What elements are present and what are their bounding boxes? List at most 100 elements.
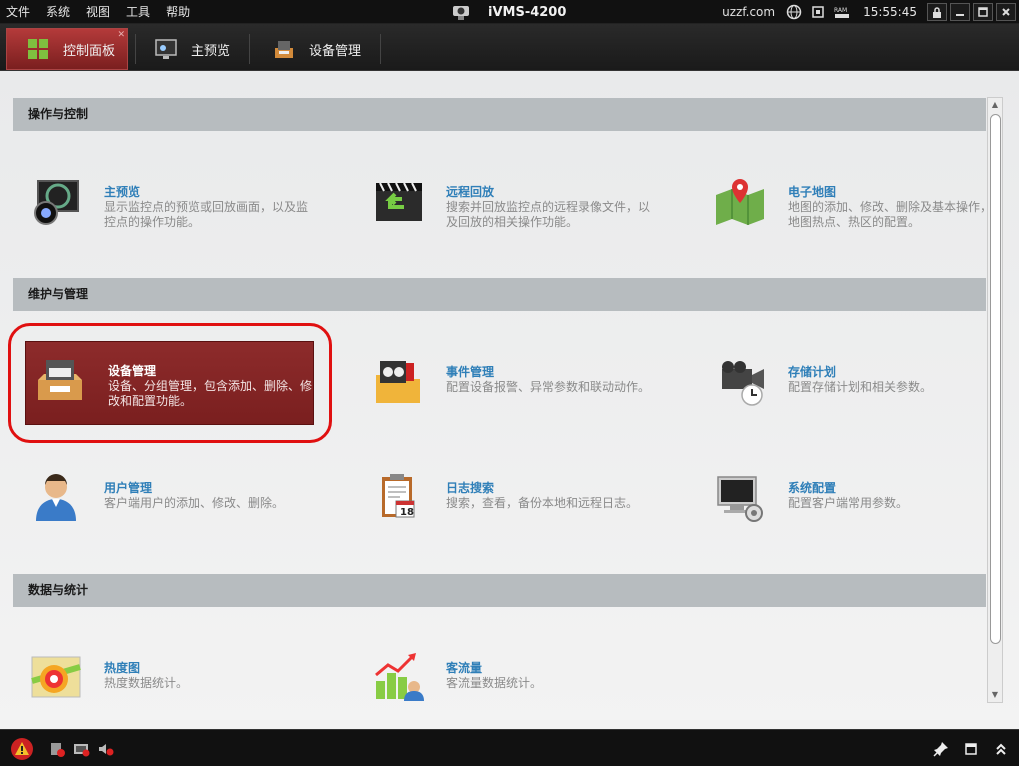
menu-view[interactable]: 视图 bbox=[84, 0, 116, 24]
storage-schedule-icon bbox=[722, 361, 764, 406]
item-user-management[interactable]: 用户管理 客户端用户的添加、修改、删除。 bbox=[22, 459, 322, 543]
lock-button[interactable] bbox=[927, 3, 947, 21]
tab-label: 主预览 bbox=[191, 43, 231, 59]
close-button[interactable] bbox=[996, 3, 1016, 21]
app-title: iVMS-4200 bbox=[488, 4, 567, 20]
globe-icon[interactable] bbox=[785, 3, 803, 21]
menu-tools[interactable]: 工具 bbox=[124, 0, 156, 24]
section-header-operation: 操作与控制 bbox=[13, 98, 986, 131]
tab-close-icon[interactable]: ✕ bbox=[117, 30, 125, 40]
camera-logo-icon bbox=[453, 6, 469, 20]
item-title: 存储计划 bbox=[788, 365, 837, 379]
tab-divider bbox=[249, 34, 250, 64]
vertical-scrollbar[interactable]: ▲ ▼ bbox=[987, 97, 1003, 703]
minimize-icon bbox=[956, 14, 964, 16]
tab-label: 设备管理 bbox=[309, 43, 362, 59]
scroll-down-arrow-icon[interactable]: ▼ bbox=[988, 689, 1002, 701]
heatmap-icon bbox=[31, 656, 81, 698]
tab-main-view[interactable]: 主预览 bbox=[135, 28, 245, 70]
tab-divider bbox=[380, 34, 381, 64]
item-storage-schedule[interactable]: 存储计划 配置存储计划和相关参数。 bbox=[706, 343, 1006, 427]
remote-playback-icon bbox=[376, 182, 422, 221]
cpu-icon[interactable] bbox=[809, 3, 827, 21]
menu-system[interactable]: 系统 bbox=[44, 0, 76, 24]
log-search-icon: 18 bbox=[382, 474, 415, 518]
scroll-up-arrow-icon[interactable]: ▲ bbox=[988, 99, 1002, 111]
lock-icon bbox=[933, 6, 941, 18]
watermark-text: uzzf.com bbox=[722, 5, 776, 19]
device-alarm-icon[interactable] bbox=[46, 738, 68, 760]
item-description: 配置客户端常用参数。 bbox=[788, 496, 909, 510]
item-title: 事件管理 bbox=[446, 365, 495, 379]
item-description: 配置存储计划和相关参数。 bbox=[788, 380, 933, 394]
device-management-icon bbox=[38, 360, 82, 400]
emap-icon bbox=[716, 179, 764, 225]
item-title: 热度图 bbox=[104, 661, 141, 675]
alarm-icon[interactable] bbox=[10, 737, 34, 761]
item-description: 地图的添加、修改、删除及基本操作，地图热点、热区的配置。 bbox=[788, 200, 993, 229]
item-description: 搜索并回放监控点的远程录像文件，以及回放的相关操作功能。 bbox=[446, 200, 651, 229]
item-title: 用户管理 bbox=[104, 481, 153, 495]
scroll-thumb[interactable] bbox=[990, 114, 1001, 644]
item-title: 远程回放 bbox=[446, 185, 495, 199]
menu-help[interactable]: 帮助 bbox=[164, 0, 196, 24]
app-title-area: iVMS-4200 bbox=[450, 0, 566, 24]
device-icon bbox=[275, 41, 293, 58]
tab-device-management[interactable]: 设备管理 bbox=[253, 28, 381, 70]
pin-icon[interactable] bbox=[930, 738, 952, 760]
item-title: 设备管理 bbox=[108, 364, 157, 378]
monitor-icon bbox=[155, 39, 177, 59]
close-icon bbox=[1002, 8, 1010, 16]
user-management-icon bbox=[36, 474, 76, 521]
people-counting-icon bbox=[375, 653, 424, 701]
item-title: 客流量 bbox=[446, 661, 483, 675]
ram-icon[interactable]: RAM bbox=[833, 3, 851, 21]
content-pane: 操作与控制 主预览 显示监控点的预览或回放画面，以及监控点的操作功能。 远程回放… bbox=[0, 71, 1019, 729]
item-description: 显示监控点的预览或回放画面，以及监控点的操作功能。 bbox=[104, 200, 309, 229]
item-description: 热度数据统计。 bbox=[104, 676, 189, 690]
grid-icon bbox=[28, 39, 48, 59]
item-emap[interactable]: 电子地图 地图的添加、修改、删除及基本操作，地图热点、热区的配置。 bbox=[706, 163, 1006, 247]
audio-mute-icon[interactable] bbox=[94, 738, 116, 760]
system-config-icon bbox=[717, 476, 763, 522]
clock: 15:55:45 bbox=[863, 5, 917, 19]
item-main-view[interactable]: 主预览 显示监控点的预览或回放画面，以及监控点的操作功能。 bbox=[22, 163, 322, 247]
maximize-button[interactable] bbox=[973, 3, 993, 21]
item-log-search[interactable]: 18 日志搜索 搜索，查看，备份本地和远程日志。 bbox=[364, 459, 664, 543]
item-people-counting[interactable]: 客流量 客流量数据统计。 bbox=[364, 639, 664, 723]
item-description: 配置设备报警、异常参数和联动动作。 bbox=[446, 380, 651, 394]
event-management-icon bbox=[376, 361, 420, 403]
minimize-button[interactable] bbox=[950, 3, 970, 21]
item-description: 设备、分组管理，包含添加、删除、修改和配置功能。 bbox=[108, 379, 313, 408]
control-panel: 操作与控制 主预览 显示监控点的预览或回放画面，以及监控点的操作功能。 远程回放… bbox=[0, 71, 1019, 729]
video-alarm-icon[interactable] bbox=[70, 738, 92, 760]
collapse-icon[interactable] bbox=[990, 738, 1012, 760]
item-title: 电子地图 bbox=[788, 185, 837, 199]
item-description: 客流量数据统计。 bbox=[446, 676, 543, 690]
tab-bar: 控制面板 ✕ 主预览 设备管理 bbox=[0, 24, 1019, 71]
item-device-management[interactable]: 设备管理 设备、分组管理，包含添加、删除、修改和配置功能。 bbox=[25, 341, 314, 425]
tab-label: 控制面板 bbox=[63, 43, 116, 59]
menu-file[interactable]: 文件 bbox=[4, 0, 36, 24]
item-description: 客户端用户的添加、修改、删除。 bbox=[104, 496, 285, 510]
item-event-management[interactable]: 事件管理 配置设备报警、异常参数和联动动作。 bbox=[364, 343, 664, 427]
system-tray: uzzf.com RAM 15:55:45 bbox=[722, 0, 1019, 24]
item-title: 系统配置 bbox=[788, 481, 837, 495]
live-view-icon bbox=[34, 180, 79, 225]
maximize-icon[interactable] bbox=[960, 738, 982, 760]
item-title: 日志搜索 bbox=[446, 481, 495, 495]
section-header-maintenance: 维护与管理 bbox=[13, 278, 986, 311]
item-remote-playback[interactable]: 远程回放 搜索并回放监控点的远程录像文件，以及回放的相关操作功能。 bbox=[364, 163, 664, 247]
title-bar: 文件 系统 视图 工具 帮助 iVMS-4200 uzzf.com RAM 15… bbox=[0, 0, 1019, 24]
item-title: 主预览 bbox=[104, 185, 141, 199]
status-bar bbox=[0, 729, 1019, 766]
item-heatmap[interactable]: 热度图 热度数据统计。 bbox=[22, 639, 322, 723]
item-system-config[interactable]: 系统配置 配置客户端常用参数。 bbox=[706, 459, 1006, 543]
menu-bar: 文件 系统 视图 工具 帮助 bbox=[4, 0, 204, 24]
item-description: 搜索，查看，备份本地和远程日志。 bbox=[446, 496, 639, 510]
maximize-window-icon bbox=[978, 7, 988, 17]
svg-text:RAM: RAM bbox=[834, 7, 847, 14]
section-header-statistics: 数据与统计 bbox=[13, 574, 986, 607]
tab-control-panel[interactable]: 控制面板 ✕ bbox=[6, 28, 128, 70]
svg-text:18: 18 bbox=[400, 507, 414, 518]
